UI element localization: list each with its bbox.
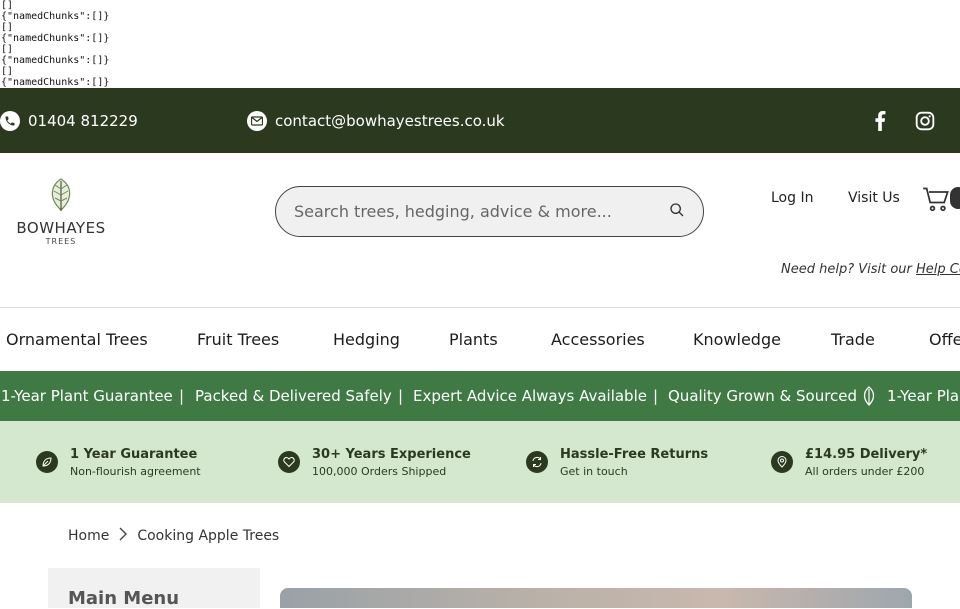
usp-subtitle: Non-flourish agreement [70, 464, 201, 478]
debug-line: {"namedChunks":[]} [1, 11, 110, 22]
phone-icon [0, 110, 20, 131]
site-logo[interactable]: BOWHAYES TREES [10, 177, 112, 246]
marquee-item: Packed & Delivered Safely [195, 387, 392, 405]
cart-icon[interactable] [922, 185, 950, 217]
email-address: contact@bowhayestrees.co.uk [275, 111, 505, 130]
usp-title: 30+ Years Experience [312, 446, 471, 462]
nav-knowledge[interactable]: Knowledge [693, 309, 781, 371]
nav-plants[interactable]: Plants [449, 309, 498, 371]
usp-returns: Hassle-Free Returns Get in touch [526, 421, 708, 503]
cart-count-badge [950, 187, 960, 209]
usp-experience: 30+ Years Experience 100,000 Orders Ship… [278, 421, 471, 503]
site-header: BOWHAYES TREES Log In Visit Us Need help… [0, 153, 960, 308]
chevron-right-icon [119, 527, 128, 545]
leaf-icon [862, 386, 876, 406]
marquee-item: 1-Year Plar [887, 387, 960, 405]
sidebar-heading: Main Menu [68, 588, 180, 609]
breadcrumb-home[interactable]: Home [68, 528, 109, 544]
usp-title: £14.95 Delivery* [805, 446, 928, 462]
usp-title: Hassle-Free Returns [560, 446, 709, 462]
help-center-link[interactable]: Help Cer [916, 262, 960, 277]
nav-fruit-trees[interactable]: Fruit Trees [197, 309, 279, 371]
usp-subtitle: 100,000 Orders Shipped [312, 464, 447, 478]
usp-strip: 1 Year Guarantee Non-flourish agreement … [0, 421, 960, 503]
instagram-icon[interactable] [915, 88, 935, 153]
visit-us-link[interactable]: Visit Us [848, 190, 900, 206]
search-box [275, 186, 704, 237]
usp-title: 1 Year Guarantee [70, 446, 198, 462]
marquee-item: 1-Year Plant Guarantee [1, 387, 173, 405]
search-icon[interactable] [669, 202, 685, 222]
marquee-item: Quality Grown & Sourced [668, 387, 858, 405]
breadcrumb-current: Cooking Apple Trees [137, 528, 280, 544]
location-icon [771, 451, 793, 473]
phone-link[interactable]: 01404 812229 [0, 88, 138, 153]
marquee-separator: | [179, 387, 185, 405]
nav-offers[interactable]: Offe [929, 309, 960, 371]
nav-hedging[interactable]: Hedging [333, 309, 400, 371]
email-link[interactable]: contact@bowhayestrees.co.uk [247, 88, 505, 153]
debug-line: [] [1, 44, 14, 55]
usp-guarantee: 1 Year Guarantee Non-flourish agreement [36, 421, 201, 503]
usp-subtitle: All orders under £200 [805, 464, 925, 478]
nav-trade[interactable]: Trade [831, 309, 875, 371]
brand-subtitle: TREES [45, 237, 77, 246]
mail-icon [247, 110, 267, 131]
login-link[interactable]: Log In [771, 190, 813, 206]
marquee-item: Expert Advice Always Available [413, 387, 647, 405]
help-prefix: Need help? Visit our [781, 262, 917, 277]
brand-name: BOWHAYES [16, 219, 106, 237]
contact-bar: 01404 812229 contact@bowhayestrees.co.uk [0, 88, 960, 153]
usp-subtitle: Get in touch [560, 464, 628, 478]
main-nav: Ornamental Trees Fruit Trees Hedging Pla… [0, 309, 960, 371]
nav-ornamental-trees[interactable]: Ornamental Trees [6, 309, 148, 371]
debug-line: {"namedChunks":[]} [1, 33, 110, 44]
debug-line: {"namedChunks":[]} [1, 77, 110, 88]
debug-line: {"namedChunks":[]} [1, 55, 110, 66]
search-input[interactable] [294, 202, 669, 221]
promo-marquee: 1-Year Plant Guarantee | Packed & Delive… [0, 371, 960, 421]
sidebar-menu: Main Menu [48, 568, 260, 609]
heart-icon [278, 451, 300, 473]
usp-delivery: £14.95 Delivery* All orders under £200 [771, 421, 927, 503]
hero-image [280, 588, 912, 608]
debug-line: [] [1, 66, 14, 77]
marquee-separator: | [653, 387, 659, 405]
marquee-separator: | [398, 387, 404, 405]
leaf-icon [36, 451, 58, 473]
debug-line: [] [1, 22, 14, 33]
nav-accessories[interactable]: Accessories [551, 309, 645, 371]
debug-line: [] [1, 0, 14, 11]
returns-icon [526, 451, 548, 473]
facebook-icon[interactable] [874, 88, 886, 153]
debug-output: [] {"namedChunks":[]} [] {"namedChunks":… [1, 0, 109, 88]
help-text: Need help? Visit our Help Cer [781, 262, 960, 277]
phone-number: 01404 812229 [28, 111, 138, 130]
leaf-logo-icon [51, 178, 71, 211]
breadcrumb: Home Cooking Apple Trees [68, 527, 279, 545]
